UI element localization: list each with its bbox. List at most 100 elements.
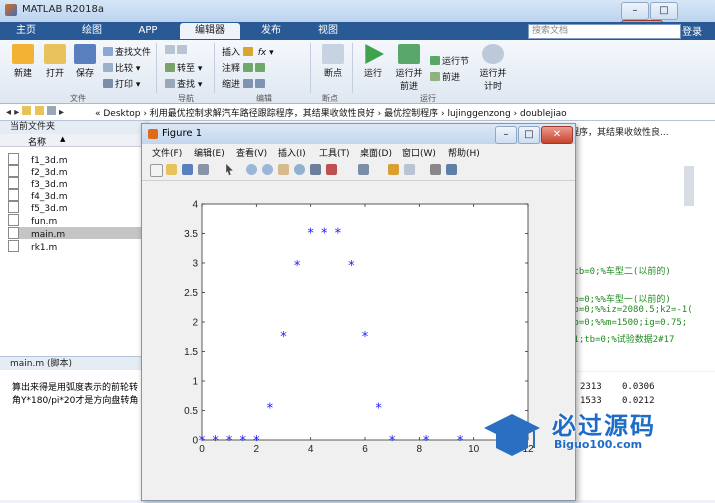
data-cursor-icon[interactable]	[310, 164, 321, 175]
save-figure-icon[interactable]	[182, 164, 193, 175]
nav-back-button[interactable]	[165, 45, 189, 56]
compare-button[interactable]: 比较 ▾	[103, 61, 140, 74]
link-plot-icon[interactable]	[358, 164, 369, 175]
figure-close-button[interactable]: ✕	[541, 126, 573, 144]
new-label: 新建	[13, 69, 32, 79]
open-file-icon[interactable]	[166, 164, 177, 175]
scrollbar[interactable]	[684, 166, 694, 206]
find-files-icon	[103, 47, 113, 56]
data-point: *	[226, 434, 233, 449]
maximize-button[interactable]: □	[650, 2, 678, 20]
figure-window-controls: – □ ✕	[494, 126, 573, 144]
run-advance-label: 运行并 前进	[395, 69, 423, 92]
file-row[interactable]: f5_3d.m	[8, 201, 148, 214]
tab-view[interactable]: 视图	[302, 23, 354, 39]
data-point: *	[267, 402, 274, 417]
file-name: main.m	[31, 230, 66, 240]
print-figure-icon[interactable]	[198, 164, 209, 175]
goto-button[interactable]: 转至 ▾	[165, 61, 202, 74]
menu-view[interactable]: 查看(V)	[236, 146, 267, 159]
value-cell: 2313	[580, 382, 602, 392]
figure-maximize-button[interactable]: □	[518, 126, 540, 144]
code-line: tb=0;%%iz=2080.5;k2=-1(	[568, 305, 693, 315]
editor-tab-label: 程序，其结果收敛性良...	[570, 128, 669, 138]
nav-arrows-icon	[177, 45, 187, 54]
advance-button[interactable]: 前进	[430, 70, 460, 83]
file-row[interactable]: f4_3d.m	[8, 189, 148, 202]
run-advance-button[interactable]: 运行并 前进	[392, 44, 426, 92]
file-row[interactable]: f3_3d.m	[8, 177, 148, 190]
find-icon	[165, 79, 175, 88]
menu-tools[interactable]: 工具(T)	[319, 146, 350, 159]
menu-file[interactable]: 文件(F)	[152, 146, 182, 159]
ribbon-toolstrip: 新建 打开 保存 查找文件 比较 ▾ 打印 ▾ 文件 转至 ▾ 查找 ▾ 导航 …	[0, 40, 715, 104]
y-tick-label: 1	[192, 377, 198, 388]
divider	[352, 43, 353, 93]
new-icon	[12, 44, 34, 64]
find-button[interactable]: 查找 ▾	[165, 77, 202, 90]
indent-button[interactable]: 缩进	[222, 77, 267, 90]
figure-title-bar: Figure 1 – □ ✕	[142, 124, 575, 144]
nav-arrows-icon[interactable]: ◂ ▸ ▸	[6, 106, 64, 118]
column-header[interactable]: 名称 ▲	[0, 134, 150, 148]
browse-icon	[46, 106, 56, 115]
file-row[interactable]: f2_3d.m	[8, 165, 148, 178]
save-button[interactable]: 保存	[70, 44, 100, 79]
divider	[310, 43, 311, 93]
menu-edit[interactable]: 编辑(E)	[194, 146, 225, 159]
menu-desktop[interactable]: 桌面(D)	[360, 146, 392, 159]
tab-editor[interactable]: 编辑器	[180, 23, 240, 39]
run-time-button[interactable]: 运行并 计时	[476, 44, 510, 92]
advance-icon	[430, 72, 440, 81]
details-line: 角Y*180/pi*20才是方向盘转角	[12, 396, 139, 406]
tab-publish[interactable]: 发布	[245, 23, 297, 39]
breadcrumb[interactable]: « Desktop › 利用最优控制求解汽车路径跟踪程序，其结果收敛性良好 › …	[95, 106, 567, 119]
run-icon	[365, 44, 384, 64]
figure-minimize-button[interactable]: –	[495, 126, 517, 144]
tab-apps[interactable]: APP	[122, 23, 174, 39]
insert-button[interactable]: 插入 fx ▾	[222, 45, 274, 58]
show-tools-icon[interactable]	[446, 164, 457, 175]
zoom-in-icon[interactable]	[246, 164, 257, 175]
pan-icon[interactable]	[278, 164, 289, 175]
run-button[interactable]: 运行	[358, 44, 388, 79]
run-section-button[interactable]: 运行节	[430, 54, 469, 67]
data-point: *	[294, 259, 301, 274]
matlab-logo-icon	[5, 4, 17, 16]
zoom-out-icon[interactable]	[262, 164, 273, 175]
search-input[interactable]: 搜索文档	[528, 24, 681, 39]
brush-icon[interactable]	[326, 164, 337, 175]
tab-plots[interactable]: 绘图	[66, 23, 118, 39]
y-tick-label: 2	[192, 318, 198, 329]
tab-home[interactable]: 主页	[4, 23, 48, 39]
file-row[interactable]: fun.m	[8, 214, 148, 227]
hide-tools-icon[interactable]	[430, 164, 441, 175]
file-row-selected[interactable]: main.m	[8, 227, 148, 240]
run-section-label: 运行节	[442, 57, 470, 67]
find-files-button[interactable]: 查找文件	[103, 45, 151, 58]
pointer-icon[interactable]	[226, 164, 233, 175]
comment-button[interactable]: 注释	[222, 61, 267, 74]
breakpoints-button[interactable]: 断点	[318, 44, 348, 79]
new-figure-icon[interactable]	[150, 164, 163, 177]
print-button[interactable]: 打印 ▾	[103, 77, 140, 90]
value-cell: 0.0306	[622, 382, 655, 392]
menu-help[interactable]: 帮助(H)	[448, 146, 480, 159]
rotate-3d-icon[interactable]	[294, 164, 305, 175]
breakpoints-label: 断点	[323, 69, 342, 79]
advance-label: 前进	[442, 73, 461, 83]
open-button[interactable]: 打开	[40, 44, 70, 79]
login-link[interactable]: 登录	[682, 23, 702, 38]
print-label: 打印	[115, 80, 134, 90]
group-run-label: 运行	[420, 94, 436, 103]
run-label: 运行	[363, 69, 382, 79]
menu-window[interactable]: 窗口(W)	[402, 146, 436, 159]
watermark-text: 必过源码	[552, 412, 656, 440]
file-row[interactable]: rk1.m	[8, 240, 148, 253]
menu-insert[interactable]: 插入(I)	[278, 146, 306, 159]
minimize-button[interactable]: –	[621, 2, 649, 20]
file-row[interactable]: f1_3d.m	[8, 153, 148, 166]
legend-icon[interactable]	[404, 164, 415, 175]
new-button[interactable]: 新建	[8, 44, 38, 79]
colorbar-icon[interactable]	[388, 164, 399, 175]
